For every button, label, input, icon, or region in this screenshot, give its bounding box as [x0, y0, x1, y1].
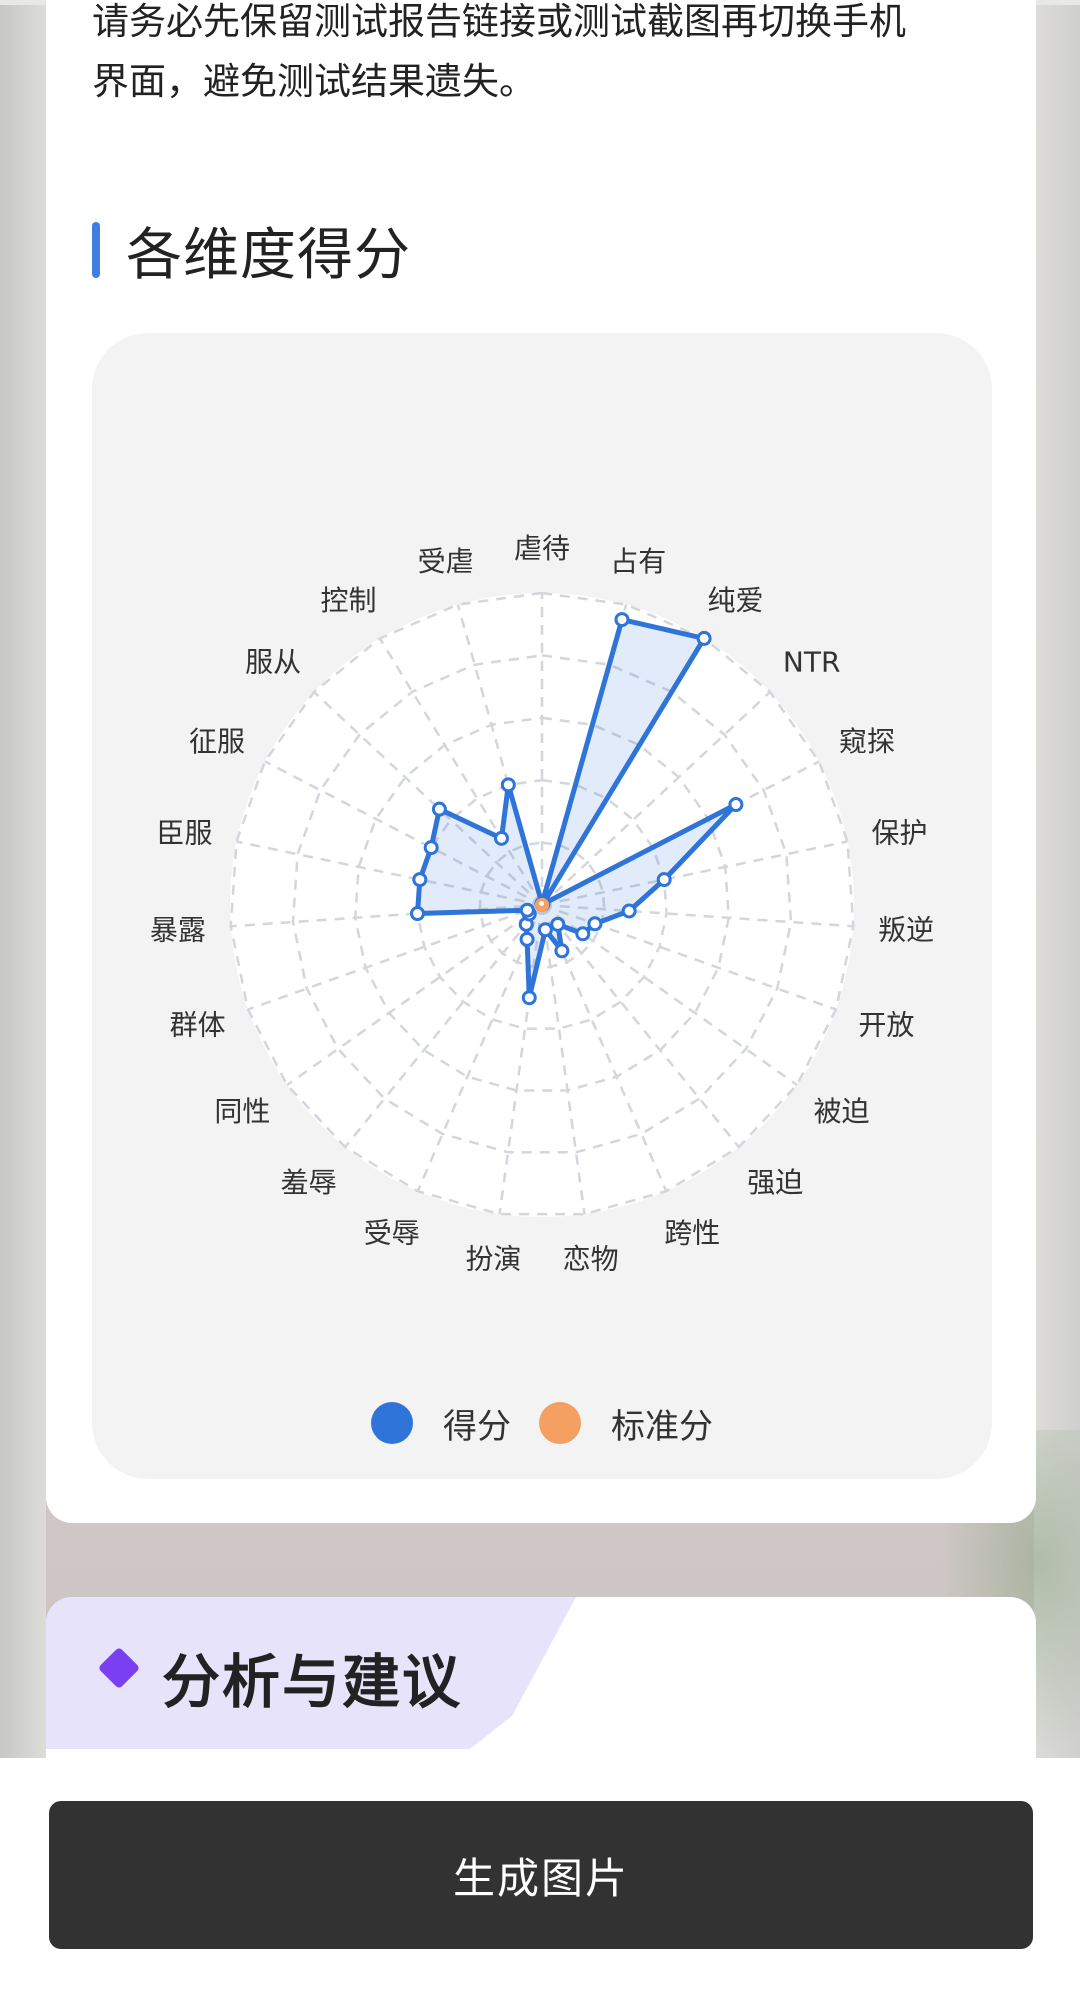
notice-line-2: 界面，避免测试结果遗失。	[92, 60, 536, 103]
score-data-point	[621, 903, 637, 919]
radar-category-label: 受辱	[364, 1216, 420, 1249]
radar-category-label: 占有	[610, 545, 666, 578]
radar-category-label: 叛逆	[878, 913, 934, 946]
score-data-point	[550, 916, 566, 932]
section-title: 各维度得分	[126, 222, 411, 288]
score-data-point	[519, 931, 535, 947]
score-data-point	[521, 990, 537, 1006]
radar-category-label: 窥探	[839, 725, 895, 758]
radar-category-label: 暴露	[150, 913, 206, 946]
generate-image-button[interactable]: 生成图片	[49, 1801, 1033, 1949]
result-card: 请务必先保留测试报告链接或测试截图再切换手机 界面，避免测试结果遗失。 各维度得…	[46, 0, 1036, 1523]
radar-category-label: 臣服	[156, 816, 212, 849]
score-data-point	[575, 926, 591, 942]
background-left	[0, 0, 46, 1760]
radar-category-label: 受虐	[418, 545, 474, 578]
section-header: 各维度得分	[92, 220, 411, 288]
score-data-point	[554, 943, 570, 959]
save-notice: 请务必先保留测试报告链接或测试截图再切换手机 界面，避免测试结果遗失。	[92, 0, 992, 112]
radar-category-label: 纯爱	[707, 584, 763, 617]
score-data-point	[431, 801, 447, 817]
legend-standard-swatch	[539, 1402, 581, 1444]
score-data-point	[500, 777, 516, 793]
radar-category-label: 征服	[189, 725, 245, 758]
radar-category-label: 扮演	[465, 1243, 521, 1276]
radar-category-label: 恋物	[563, 1243, 619, 1276]
legend-score-label: 得分	[443, 1406, 511, 1447]
radar-category-label: NTR	[783, 645, 841, 678]
radar-category-label: 控制	[320, 584, 376, 617]
radar-category-label: 羞辱	[281, 1166, 337, 1199]
score-data-point	[696, 630, 712, 646]
radar-category-label: 同性	[214, 1095, 270, 1128]
radar-chart-panel: 虐待 占有纯爱 NTR 窥探保护叛逆开放被迫强迫 跨性恋物 扮演 受辱 羞辱 同性 群体 暴露 臣服 征…	[92, 333, 992, 1479]
score-data-point	[537, 922, 553, 938]
legend-item-score[interactable]: 得分	[371, 1399, 511, 1448]
standard-data-point	[536, 897, 548, 909]
radar-category-label: 群体	[170, 1009, 226, 1042]
radar-category-label: 开放	[858, 1009, 914, 1042]
radar-chart: 虐待 占有纯爱 NTR 窥探保护叛逆开放被迫强迫跨性恋物 扮演 受辱羞辱 同性 群体 暴露 臣服 征…	[150, 532, 934, 1276]
score-data-point	[519, 902, 535, 918]
score-data-point	[587, 916, 603, 932]
analysis-title: 分析与建议	[162, 1648, 463, 1716]
chart-legend: 得分 标准分	[92, 1393, 992, 1453]
score-data-point	[412, 872, 428, 888]
radar-category-label: 跨性	[664, 1216, 720, 1249]
legend-standard-label: 标准分	[611, 1406, 713, 1447]
score-data-point	[614, 612, 630, 628]
score-data-point	[409, 906, 425, 922]
radar-category-label: 被迫	[814, 1095, 870, 1128]
score-data-point	[728, 797, 744, 813]
notice-line-1: 请务必先保留测试报告链接或测试截图再切换手机	[92, 0, 906, 43]
legend-score-swatch	[371, 1402, 413, 1444]
score-data-point	[493, 830, 509, 846]
radar-category-label: 虐待	[514, 532, 570, 565]
score-data-point	[423, 840, 439, 856]
radar-category-label: 保护	[872, 816, 928, 849]
radar-category-label: 强迫	[747, 1166, 803, 1199]
section-accent-bar	[92, 222, 100, 278]
score-data-point	[656, 872, 672, 888]
legend-item-standard[interactable]: 标准分	[539, 1399, 713, 1448]
radar-category-label: 服从	[245, 645, 301, 678]
